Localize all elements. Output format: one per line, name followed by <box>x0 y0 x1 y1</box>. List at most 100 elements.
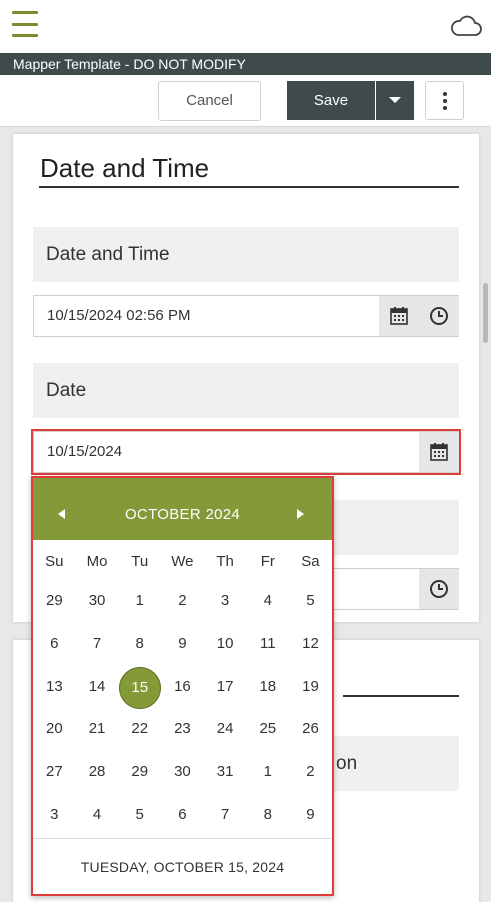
day-cell[interactable]: 30 <box>161 751 204 794</box>
day-number[interactable]: 1 <box>136 592 144 609</box>
save-button[interactable]: Save <box>287 81 375 120</box>
more-options-button[interactable] <box>425 81 464 120</box>
day-cell[interactable]: 29 <box>118 751 161 794</box>
hamburger-menu-icon[interactable] <box>12 11 38 37</box>
clock-icon[interactable] <box>419 569 459 609</box>
day-cell[interactable]: 2 <box>161 580 204 623</box>
day-cell[interactable]: 11 <box>246 623 289 666</box>
day-cell[interactable]: 23 <box>161 708 204 751</box>
day-cell[interactable]: 9 <box>161 623 204 666</box>
next-month-icon[interactable] <box>291 506 311 526</box>
selected-day-cell[interactable]: 15 <box>118 666 161 709</box>
day-number[interactable]: 7 <box>93 635 101 652</box>
day-cell[interactable]: 5 <box>118 794 161 837</box>
day-cell[interactable]: 25 <box>246 708 289 751</box>
day-cell[interactable]: 22 <box>118 708 161 751</box>
day-number[interactable]: 15 <box>118 666 161 709</box>
cloud-sync-icon[interactable] <box>449 12 483 38</box>
day-cell[interactable]: 26 <box>289 708 332 751</box>
day-number[interactable]: 24 <box>217 720 234 737</box>
day-number[interactable]: 1 <box>264 763 272 780</box>
day-cell[interactable]: 14 <box>76 666 119 709</box>
day-number[interactable]: 18 <box>259 678 276 695</box>
day-number[interactable]: 21 <box>89 720 106 737</box>
day-number[interactable]: 2 <box>306 763 314 780</box>
day-cell[interactable]: 6 <box>33 623 76 666</box>
day-cell[interactable]: 19 <box>289 666 332 709</box>
day-cell[interactable]: 31 <box>204 751 247 794</box>
day-cell[interactable]: 16 <box>161 666 204 709</box>
day-number[interactable]: 17 <box>217 678 234 695</box>
day-cell[interactable]: 3 <box>204 580 247 623</box>
day-number[interactable]: 7 <box>221 806 229 823</box>
day-cell[interactable]: 8 <box>118 623 161 666</box>
scrollbar[interactable] <box>483 283 488 343</box>
day-number[interactable]: 19 <box>302 678 319 695</box>
day-cell[interactable]: 3 <box>33 794 76 837</box>
day-cell[interactable]: 5 <box>289 580 332 623</box>
day-cell[interactable]: 7 <box>204 794 247 837</box>
day-cell[interactable]: 4 <box>76 794 119 837</box>
date-value[interactable]: 10/15/2024 <box>47 432 122 472</box>
day-number[interactable]: 25 <box>259 720 276 737</box>
date-input[interactable]: 10/15/2024 <box>31 429 461 475</box>
day-cell[interactable]: 13 <box>33 666 76 709</box>
day-number[interactable]: 13 <box>46 678 63 695</box>
day-cell[interactable]: 2 <box>289 751 332 794</box>
cancel-button[interactable]: Cancel <box>158 81 261 121</box>
day-number[interactable]: 6 <box>178 806 186 823</box>
day-number[interactable]: 9 <box>306 806 314 823</box>
day-number[interactable]: 23 <box>174 720 191 737</box>
day-number[interactable]: 27 <box>46 763 63 780</box>
day-cell[interactable]: 17 <box>204 666 247 709</box>
day-number[interactable]: 22 <box>131 720 148 737</box>
day-cell[interactable]: 10 <box>204 623 247 666</box>
day-number[interactable]: 9 <box>178 635 186 652</box>
date-time-input[interactable]: 10/15/2024 02:56 PM <box>33 295 459 337</box>
day-number[interactable]: 14 <box>89 678 106 695</box>
save-dropdown-button[interactable] <box>376 81 414 120</box>
day-cell[interactable]: 1 <box>246 751 289 794</box>
day-cell[interactable]: 8 <box>246 794 289 837</box>
day-number[interactable]: 5 <box>306 592 314 609</box>
date-time-value[interactable]: 10/15/2024 02:56 PM <box>47 296 190 336</box>
day-number[interactable]: 10 <box>217 635 234 652</box>
calendar-icon[interactable] <box>419 432 459 472</box>
previous-month-icon[interactable] <box>53 506 73 526</box>
selected-date-label[interactable]: TUESDAY, OCTOBER 15, 2024 <box>33 838 332 894</box>
day-cell[interactable]: 24 <box>204 708 247 751</box>
day-number[interactable]: 29 <box>131 763 148 780</box>
day-number[interactable]: 8 <box>264 806 272 823</box>
day-number[interactable]: 3 <box>221 592 229 609</box>
day-number[interactable]: 2 <box>178 592 186 609</box>
day-number[interactable]: 12 <box>302 635 319 652</box>
day-number[interactable]: 6 <box>50 635 58 652</box>
calendar-icon[interactable] <box>379 296 419 336</box>
day-cell[interactable]: 6 <box>161 794 204 837</box>
clock-icon[interactable] <box>419 296 459 336</box>
day-number[interactable]: 31 <box>217 763 234 780</box>
day-cell[interactable]: 4 <box>246 580 289 623</box>
day-number[interactable]: 4 <box>264 592 272 609</box>
day-cell[interactable]: 12 <box>289 623 332 666</box>
day-cell[interactable]: 29 <box>33 580 76 623</box>
day-number[interactable]: 4 <box>93 806 101 823</box>
day-number[interactable]: 16 <box>174 678 191 695</box>
day-cell[interactable]: 18 <box>246 666 289 709</box>
day-number[interactable]: 11 <box>260 635 276 652</box>
day-number[interactable]: 28 <box>89 763 106 780</box>
day-number[interactable]: 5 <box>136 806 144 823</box>
day-cell[interactable]: 28 <box>76 751 119 794</box>
day-cell[interactable]: 9 <box>289 794 332 837</box>
month-label[interactable]: OCTOBER 2024 <box>33 478 332 552</box>
day-number[interactable]: 26 <box>302 720 319 737</box>
day-number[interactable]: 3 <box>50 806 58 823</box>
day-cell[interactable]: 30 <box>76 580 119 623</box>
day-cell[interactable]: 7 <box>76 623 119 666</box>
day-cell[interactable]: 20 <box>33 708 76 751</box>
day-number[interactable]: 30 <box>174 763 191 780</box>
day-cell[interactable]: 1 <box>118 580 161 623</box>
day-cell[interactable]: 21 <box>76 708 119 751</box>
day-number[interactable]: 8 <box>136 635 144 652</box>
day-number[interactable]: 29 <box>46 592 63 609</box>
